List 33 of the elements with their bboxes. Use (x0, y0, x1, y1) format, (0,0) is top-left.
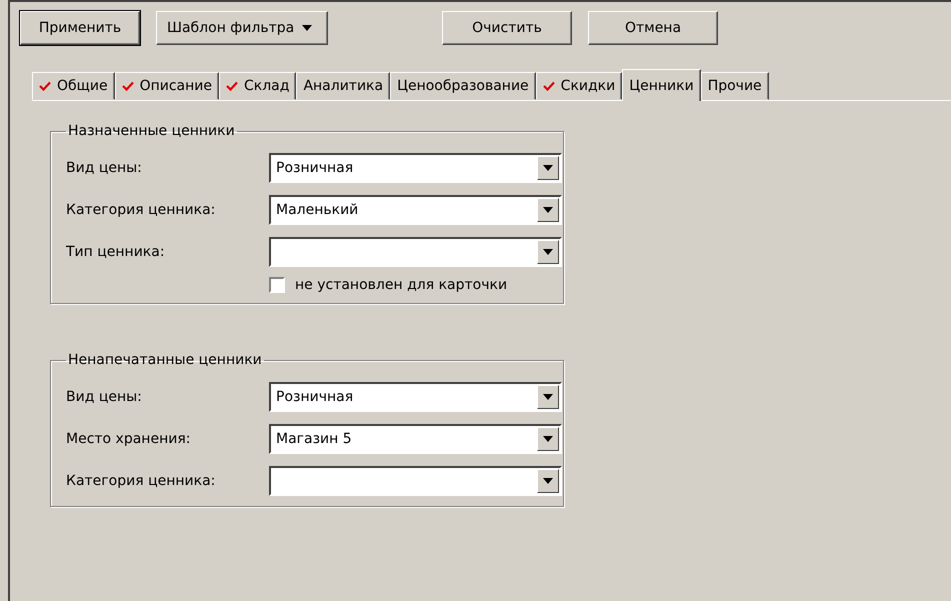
field-label: Место хранения: (66, 431, 192, 447)
combo-box[interactable]: Магазин 5 (269, 424, 562, 454)
combo-box[interactable]: Маленький (269, 195, 562, 225)
tab[interactable]: Скидки (536, 72, 622, 100)
combo-value: Магазин 5 (275, 431, 352, 447)
combo-box[interactable] (269, 466, 562, 496)
toolbar-button[interactable]: Отмена (588, 11, 718, 45)
combo-value: Розничная (275, 160, 354, 176)
field-label: Категория ценника: (66, 473, 216, 489)
combo-box[interactable] (269, 237, 562, 267)
field-label: Вид цены: (66, 389, 143, 405)
field-label: Категория ценника: (66, 202, 216, 218)
tab[interactable]: Описание (114, 72, 219, 100)
dropdown-button[interactable]: Шаблон фильтра (156, 11, 328, 45)
group-title: Ненапечатанные ценники (67, 352, 263, 368)
tab[interactable]: Прочие (700, 72, 769, 100)
combo-box[interactable]: Розничная (269, 382, 562, 412)
apply-button[interactable]: Применить (20, 11, 140, 45)
toolbar-button[interactable]: Очистить (442, 11, 572, 45)
tab[interactable]: Общие (32, 72, 115, 100)
field-label: Тип ценника: (66, 244, 166, 260)
field-label: Вид цены: (66, 160, 143, 176)
tab[interactable]: Склад (218, 72, 296, 100)
caret-icon (302, 25, 312, 31)
tab[interactable]: Ценники (622, 69, 701, 101)
combo-value: Маленький (275, 202, 358, 218)
checkbox-label: не установлен для карточки (295, 277, 508, 293)
group-title: Назначенные ценники (67, 123, 236, 139)
tab[interactable]: Аналитика (296, 72, 390, 100)
checkbox[interactable] (269, 277, 285, 293)
combo-value: Розничная (275, 389, 354, 405)
combo-box[interactable]: Розничная (269, 153, 562, 183)
tab[interactable]: Ценообразование (390, 72, 536, 100)
